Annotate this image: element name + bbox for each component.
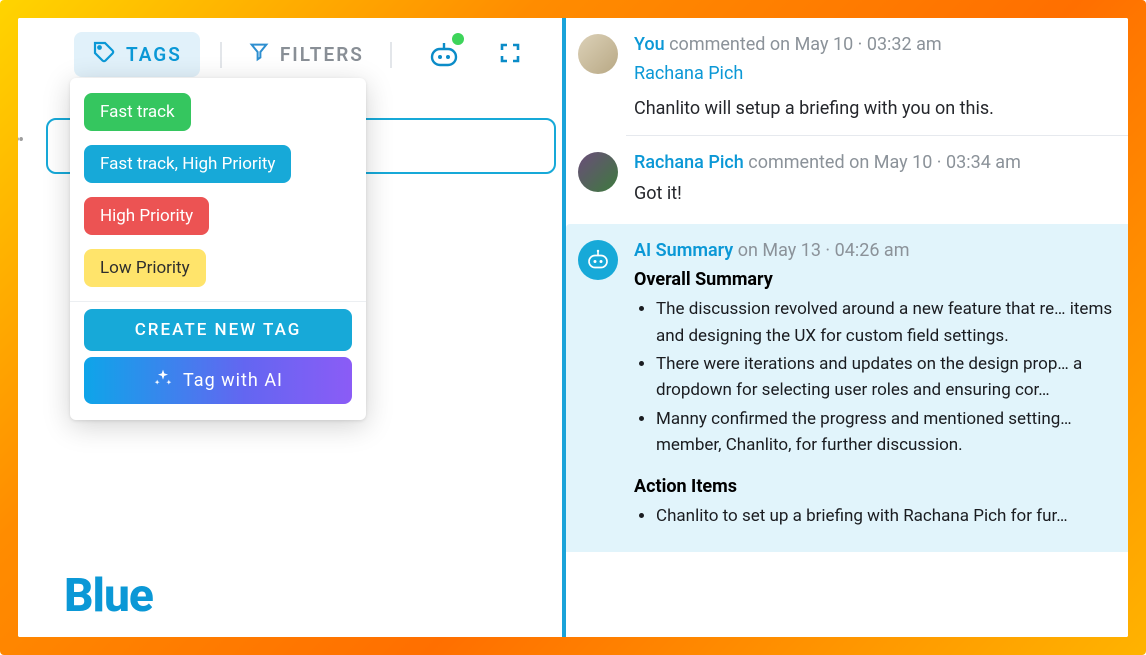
ai-action-list: Chanlito to set up a briefing with Racha…: [634, 503, 1116, 529]
tag-with-ai-button[interactable]: Tag with AI: [84, 357, 352, 404]
ai-summary-meta: AI Summary on May 13 · 04:26 am: [634, 240, 1116, 261]
ai-overall-heading: Overall Summary: [634, 269, 1116, 290]
tag-pill: Low Priority: [84, 249, 206, 287]
tab-filters[interactable]: FILTERS: [242, 33, 370, 76]
ai-bullet: Chanlito to set up a briefing with Racha…: [656, 503, 1116, 529]
expand-button[interactable]: [498, 41, 522, 69]
tab-tags[interactable]: TAGS: [74, 32, 200, 77]
status-dot-icon: [452, 33, 464, 45]
create-new-tag-button[interactable]: CREATE NEW TAG: [84, 309, 352, 351]
ai-summary-block: AI Summary on May 13 · 04:26 am Overall …: [566, 224, 1128, 551]
tab-filters-label: FILTERS: [280, 43, 364, 66]
ai-summary-time: 04:26 am: [835, 240, 910, 261]
brand-logo: Blue: [64, 569, 153, 623]
ai-bullet: Manny confirmed the progress and mention…: [656, 406, 1116, 459]
tag-pill: Fast track: [84, 93, 191, 131]
expand-icon: [498, 41, 522, 65]
comment-meta: Rachana Pich commented on May 10 · 03:34…: [634, 152, 1116, 173]
ai-summary-prefix: on: [738, 240, 758, 261]
tag-pill: Fast track, High Priority: [84, 145, 291, 183]
tag-option-fast-track[interactable]: Fast track: [70, 86, 366, 138]
drag-handle-dots: ••: [18, 130, 22, 151]
tag-pill: High Priority: [84, 197, 209, 235]
comment-meta: You commented on May 10 · 03:32 am: [634, 34, 1116, 55]
ai-overall-list: The discussion revolved around a new fea…: [634, 296, 1116, 458]
tag-with-ai-label: Tag with AI: [183, 370, 283, 391]
ai-bullet: There were iterations and updates on the…: [656, 351, 1116, 404]
tag-dropdown: Fast track Fast track, High Priority Hig…: [70, 78, 366, 420]
comment-body: You commented on May 10 · 03:32 am Racha…: [634, 34, 1116, 121]
left-panel: •• TAGS FILTERS: [18, 18, 566, 637]
tab-divider: [390, 42, 392, 68]
comment-time: 03:34 am: [946, 152, 1021, 173]
comment-row: You commented on May 10 · 03:32 am Racha…: [566, 18, 1128, 135]
comment-row: Rachana Pich commented on May 10 · 03:34…: [566, 136, 1128, 220]
ai-summary-body: AI Summary on May 13 · 04:26 am Overall …: [634, 240, 1116, 531]
tab-tags-label: TAGS: [126, 43, 182, 66]
dropdown-divider: [70, 301, 366, 302]
robot-icon: [428, 41, 460, 69]
comment-time: 03:32 am: [867, 34, 942, 55]
comments-panel: You commented on May 10 · 03:32 am Racha…: [566, 18, 1128, 637]
ai-bullet: The discussion revolved around a new fea…: [656, 296, 1116, 349]
comment-text: Got it!: [634, 181, 1116, 206]
tag-option-low-priority[interactable]: Low Priority: [70, 242, 366, 294]
top-tabs: TAGS FILTERS: [36, 18, 562, 81]
comment-action: commented on: [748, 152, 869, 173]
comment-body: Rachana Pich commented on May 10 · 03:34…: [634, 152, 1116, 206]
ai-assistant-button[interactable]: [428, 41, 460, 69]
sparkle-icon: [153, 368, 173, 393]
tag-option-high-priority[interactable]: High Priority: [70, 190, 366, 242]
tab-divider: [220, 42, 222, 68]
ai-avatar: [578, 240, 618, 280]
comment-action: commented on: [669, 34, 790, 55]
ai-summary-date: May 13: [762, 240, 821, 261]
tag-option-fast-track-high-priority[interactable]: Fast track, High Priority: [70, 138, 366, 190]
mention-link[interactable]: Rachana Pich: [634, 63, 1116, 84]
ai-summary-title: AI Summary: [634, 240, 733, 261]
comment-date: May 10: [795, 34, 854, 55]
robot-icon: [586, 249, 610, 271]
avatar: [578, 152, 618, 192]
comment-text: Chanlito will setup a briefing with you …: [634, 96, 1116, 121]
ai-action-heading: Action Items: [634, 476, 1116, 497]
comment-date: May 10: [874, 152, 933, 173]
filter-icon: [248, 41, 270, 68]
comment-author[interactable]: Rachana Pich: [634, 152, 744, 173]
comment-author[interactable]: You: [634, 34, 665, 55]
tag-icon: [92, 40, 116, 69]
avatar: [578, 34, 618, 74]
